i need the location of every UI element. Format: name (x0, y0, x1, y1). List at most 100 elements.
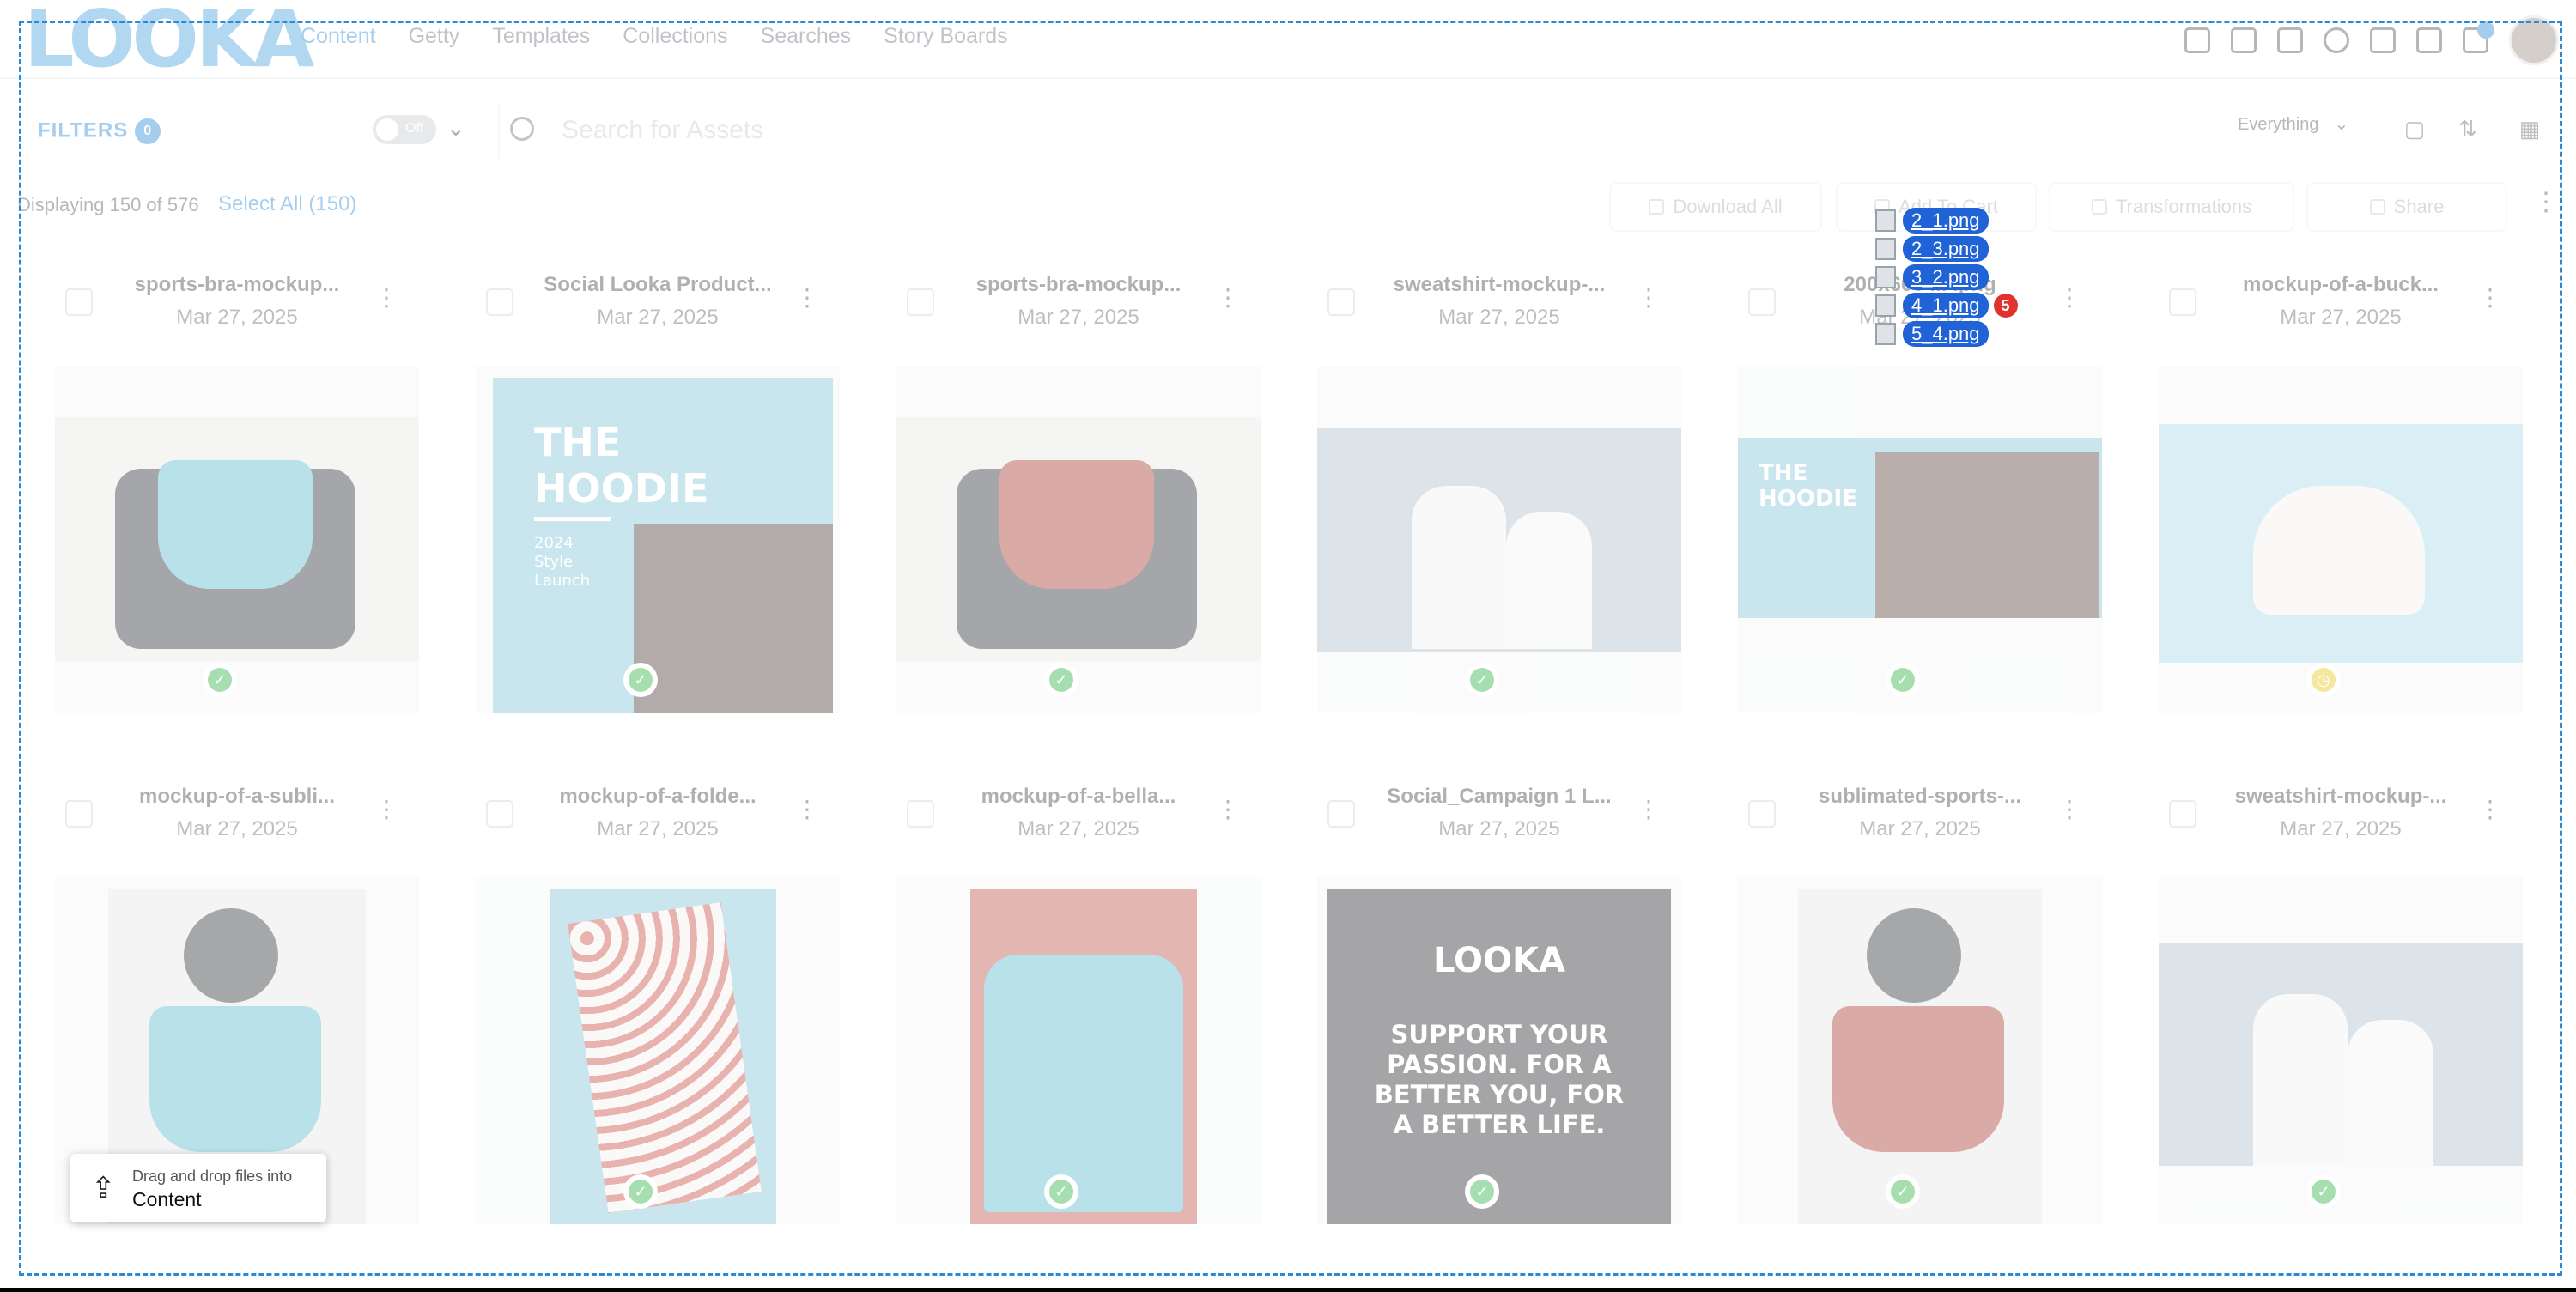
check-icon: ✓ (208, 668, 232, 692)
drag-ghost: 2_1.png 2_3.png 3_2.png 4_1.png 5 5_4.png (1875, 206, 2018, 348)
filters-label: FILTERS (38, 118, 129, 143)
chevron-down-icon[interactable]: ⌄ (447, 115, 465, 142)
status-approved: ✓ (1044, 1174, 1078, 1209)
asset-date: Mar 27, 2025 (597, 817, 719, 840)
status-approved: ✓ (623, 663, 658, 697)
cart-icon[interactable] (2463, 21, 2494, 53)
toggle-label: Off (405, 121, 424, 136)
nav-templates[interactable]: Templates (492, 24, 590, 49)
filters-toggle[interactable]: Off (373, 115, 436, 144)
more-options-icon[interactable]: ⋮ (1216, 795, 1240, 823)
share-label: Share (2393, 196, 2445, 217)
dragged-file-name: 3_2.png (1903, 264, 1989, 290)
more-options-icon[interactable]: ⋮ (2533, 187, 2559, 217)
nav-getty[interactable]: Getty (409, 24, 460, 49)
asset-thumbnail[interactable]: LOOKA SUPPORT YOUR PASSION. FOR A BETTER… (1317, 877, 1681, 1224)
save-search-icon[interactable]: ▢ (2397, 112, 2432, 146)
more-options-icon[interactable]: ⋮ (2478, 795, 2502, 823)
asset-thumbnail[interactable] (896, 366, 1261, 713)
bra-shape (999, 460, 1154, 589)
dragged-file: 4_1.png 5 (1875, 291, 2018, 319)
user-check-icon[interactable] (2324, 27, 2349, 53)
asset-card[interactable]: sports-bra-mockup... Mar 27, 2025 ⋮ ✓ (38, 252, 436, 731)
hoodie-subtitle: 2024 Style Launch (534, 534, 591, 590)
download-icon (1649, 199, 1665, 215)
nav-searches[interactable]: Searches (761, 24, 852, 49)
nav-content[interactable]: Content (301, 24, 376, 49)
asset-card[interactable]: sublimated-sports-... Mar 27, 2025 ⋮ ✓ (1721, 764, 2119, 1243)
asset-thumbnail[interactable]: THE HOODIE (1738, 366, 2102, 713)
asset-date: Mar 27, 2025 (2280, 817, 2402, 840)
hoodie-title: THE HOODIE (534, 419, 709, 512)
asset-thumbnail[interactable] (2159, 877, 2523, 1224)
action-bar: Displaying 150 of 576 Select All (150) D… (0, 182, 2576, 232)
more-options-icon[interactable]: ⋮ (1216, 283, 1240, 312)
asset-thumbnail[interactable] (55, 366, 419, 713)
nav-collections[interactable]: Collections (623, 24, 727, 49)
checklist-icon[interactable] (2416, 27, 2442, 53)
sort-icon[interactable]: ⇅ (2451, 112, 2485, 146)
more-options-icon[interactable]: ⋮ (374, 283, 398, 312)
search-input[interactable] (562, 112, 2107, 149)
share-button[interactable]: Share (2306, 182, 2507, 232)
asset-card[interactable]: Social Looka Product... Mar 27, 2025 ⋮ T… (459, 252, 857, 731)
avatar[interactable] (2509, 15, 2559, 65)
check-icon: ✓ (629, 1180, 653, 1204)
asset-card[interactable]: mockup-of-a-folde... Mar 27, 2025 ⋮ ✓ (459, 764, 857, 1243)
asset-name: sports-bra-mockup... (134, 273, 340, 296)
asset-thumbnail[interactable] (476, 877, 840, 1224)
bra-shape (149, 1006, 321, 1152)
card-header: mockup-of-a-bella... Mar 27, 2025 ⋮ (879, 764, 1278, 858)
asset-thumbnail[interactable] (1738, 877, 2102, 1224)
status-approved: ✓ (1465, 1174, 1499, 1209)
inbox-icon[interactable] (2277, 27, 2303, 53)
asset-card[interactable]: sweatshirt-mockup-... Mar 27, 2025 ⋮ ✓ (2142, 764, 2540, 1243)
asset-thumbnail[interactable] (2159, 366, 2523, 713)
dragged-file: 2_1.png (1875, 206, 2018, 234)
transformations-button[interactable]: Transformations (2049, 182, 2294, 232)
asset-card[interactable]: sports-bra-mockup... Mar 27, 2025 ⋮ ✓ (879, 252, 1278, 731)
asset-card[interactable]: Social_Campaign 1 L... Mar 27, 2025 ⋮ LO… (1300, 764, 1698, 1243)
logo[interactable]: LOOKA (24, 0, 314, 79)
asset-name: Social_Campaign 1 L... (1387, 785, 1612, 808)
asset-thumbnail[interactable] (1317, 366, 1681, 713)
app-root: LOOKA Content Getty Templates Collection… (0, 0, 2576, 1292)
more-options-icon[interactable]: ⋮ (1637, 283, 1661, 312)
upload-icon: ⇪ (91, 1172, 116, 1204)
select-all-link[interactable]: Select All (150) (218, 192, 356, 216)
briefcase-icon[interactable] (2184, 27, 2210, 53)
more-options-icon[interactable]: ⋮ (2057, 283, 2081, 312)
more-options-icon[interactable]: ⋮ (374, 795, 398, 823)
asset-card[interactable]: mockup-of-a-bella... Mar 27, 2025 ⋮ ✓ (879, 764, 1278, 1243)
nav-story-boards[interactable]: Story Boards (884, 24, 1008, 49)
asset-thumbnail[interactable]: THE HOODIE 2024 Style Launch (476, 366, 840, 713)
campaign-logo: LOOKA (1432, 941, 1566, 980)
asset-name: sports-bra-mockup... (975, 273, 1182, 296)
asset-date: Mar 27, 2025 (176, 817, 298, 840)
search-scope-select[interactable]: Everything ⌄ (2238, 113, 2365, 148)
dragged-file-name: 2_1.png (1903, 207, 1989, 234)
asset-date: Mar 27, 2025 (1018, 817, 1139, 840)
grid-view-icon[interactable]: ▦ (2512, 112, 2547, 146)
drop-hint-text: Drag and drop files into (132, 1168, 293, 1185)
asset-thumbnail[interactable] (896, 877, 1261, 1224)
filters-button[interactable]: FILTERS 0 (38, 118, 161, 144)
more-options-icon[interactable]: ⋮ (2057, 795, 2081, 823)
file-icon (1875, 209, 1896, 232)
more-options-icon[interactable]: ⋮ (1637, 795, 1661, 823)
more-options-icon[interactable]: ⋮ (795, 283, 819, 312)
top-icons (2184, 15, 2559, 65)
asset-card[interactable]: mockup-of-a-buck... Mar 27, 2025 ⋮ ◷ (2142, 252, 2540, 731)
more-options-icon[interactable]: ⋮ (2478, 283, 2502, 312)
more-options-icon[interactable]: ⋮ (795, 795, 819, 823)
bra-shape (1832, 1006, 2004, 1152)
download-all-button[interactable]: Download All (1609, 182, 1822, 232)
upload-icon[interactable] (2370, 27, 2396, 53)
asset-card[interactable]: sweatshirt-mockup-... Mar 27, 2025 ⋮ ✓ (1300, 252, 1698, 731)
models-photo (1875, 452, 2099, 618)
check-icon: ✓ (1891, 668, 1915, 692)
status-approved: ✓ (1465, 663, 1499, 697)
clipboard-icon[interactable] (2231, 27, 2257, 53)
status-approved: ✓ (1044, 663, 1078, 697)
asset-date: Mar 27, 2025 (1438, 817, 1560, 840)
